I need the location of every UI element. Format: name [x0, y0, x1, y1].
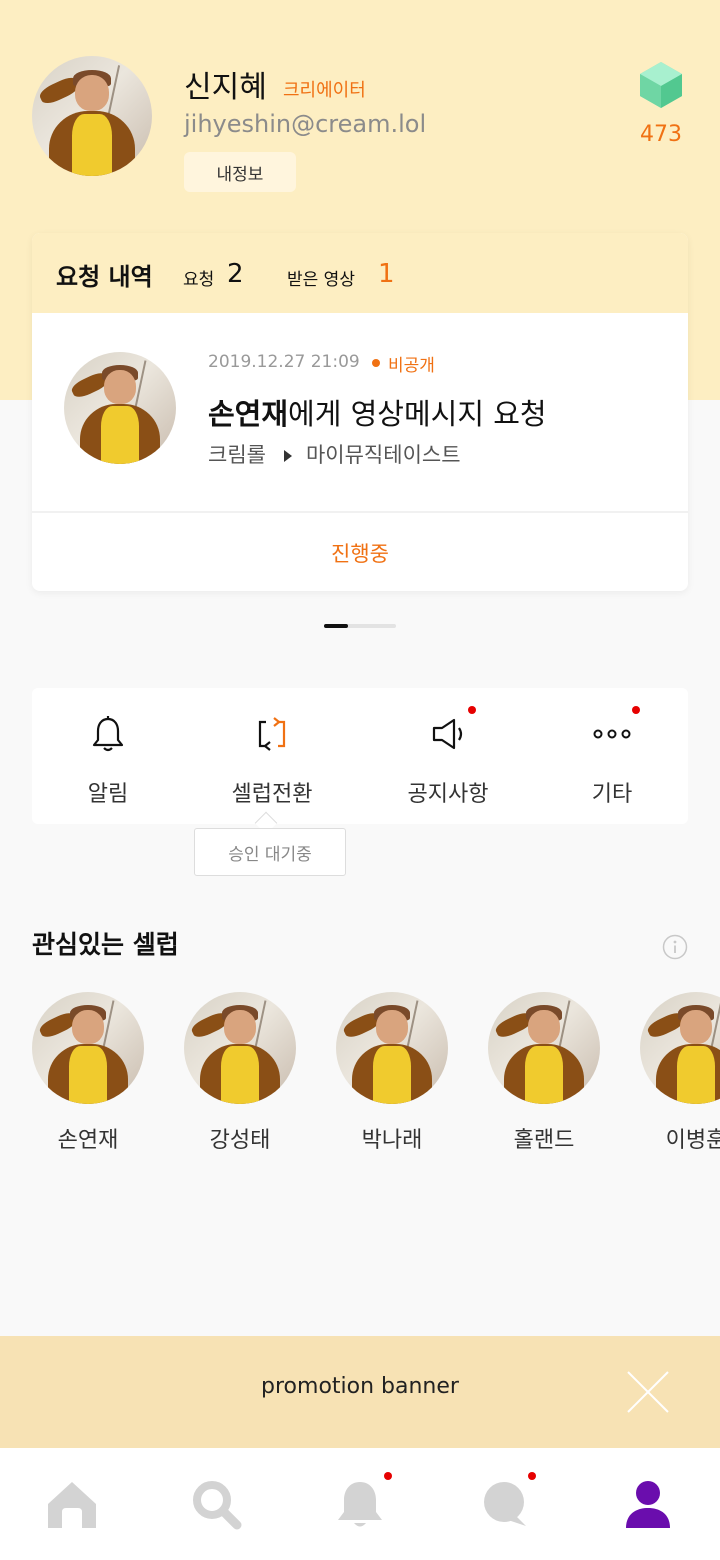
- notification-bell-icon[interactable]: [332, 1476, 388, 1532]
- celeb-avatar: [32, 992, 144, 1104]
- profile-icon[interactable]: [620, 1476, 676, 1532]
- menu-label-celeb-switch: 셀럽전환: [231, 782, 313, 807]
- more-badge: [632, 706, 640, 714]
- more-icon: [593, 729, 631, 739]
- home-icon[interactable]: [44, 1476, 100, 1532]
- menu-label-more: 기타: [591, 782, 633, 807]
- bottom-navigation: [0, 1448, 720, 1560]
- celeb-avatar: [184, 992, 296, 1104]
- my-info-button[interactable]: 내정보: [184, 152, 296, 192]
- request-history-card[interactable]: 요청 내역 요청 2 받은 영상 1 2019.12.27 21:09 비공개 …: [32, 233, 688, 591]
- notice-badge: [468, 706, 476, 714]
- path-to: 마이뮤직테이스트: [305, 443, 461, 467]
- search-icon[interactable]: [188, 1476, 244, 1532]
- celeb-avatar: [488, 992, 600, 1104]
- profile-avatar[interactable]: [32, 56, 152, 176]
- approval-pending-tooltip: 승인 대기중: [194, 828, 346, 876]
- menu-item-notifications[interactable]: 알림: [32, 688, 184, 824]
- request-count-value: 2: [227, 259, 244, 289]
- divider: [32, 511, 688, 513]
- megaphone-icon: [432, 718, 463, 750]
- celeb-name: 강성태: [209, 1128, 271, 1153]
- section-title-celebs: 관심있는 셀럽: [32, 930, 179, 959]
- switch-icon: [258, 717, 286, 751]
- received-video-label: 받은 영상: [287, 270, 355, 290]
- celeb-item[interactable]: 홀랜드: [488, 992, 600, 1162]
- gem-count: 473: [640, 122, 682, 147]
- arrow-right-icon: [283, 449, 292, 462]
- celeb-item[interactable]: 강성태: [184, 992, 296, 1162]
- celeb-name: 손연재: [57, 1128, 119, 1153]
- celeb-item[interactable]: 손연재: [32, 992, 144, 1162]
- profile-email: jihyeshin@cream.lol: [184, 110, 427, 138]
- celeb-item[interactable]: 이병훈: [640, 992, 720, 1162]
- celeb-name: 박나래: [361, 1128, 423, 1153]
- request-visibility: 비공개: [388, 356, 435, 376]
- request-datetime: 2019.12.27 21:09: [208, 352, 360, 372]
- request-message: 손연재에게 영상메시지 요청: [208, 391, 547, 433]
- pager-active: [324, 624, 348, 628]
- request-status[interactable]: 진행중: [32, 538, 688, 568]
- profile-name: 신지혜: [184, 70, 267, 105]
- request-count-label: 요청: [183, 270, 215, 290]
- celeb-avatar: [640, 992, 720, 1104]
- card-pager: [324, 624, 396, 628]
- celeb-name: 홀랜드: [513, 1128, 575, 1153]
- notification-badge: [384, 1472, 392, 1480]
- menu-item-notice[interactable]: 공지사항: [360, 688, 520, 824]
- promotion-banner[interactable]: promotion banner: [0, 1336, 720, 1448]
- menu-item-celeb-switch[interactable]: 셀럽전환: [192, 688, 352, 824]
- request-message-rest: 에게 영상메시지 요청: [288, 397, 547, 431]
- menu-item-more[interactable]: 기타: [528, 688, 688, 824]
- bell-icon: [92, 716, 124, 752]
- celeb-item[interactable]: 박나래: [336, 992, 448, 1162]
- received-video-count: 1: [378, 259, 395, 289]
- menu-label-notifications: 알림: [87, 782, 129, 807]
- chat-icon[interactable]: [476, 1476, 532, 1532]
- celeb-name: 이병훈: [665, 1128, 720, 1153]
- close-icon[interactable]: [624, 1368, 672, 1416]
- request-celeb-name: 손연재: [208, 397, 289, 431]
- info-icon[interactable]: [662, 934, 688, 960]
- request-history-title: 요청 내역: [56, 263, 153, 291]
- celeb-avatar: [336, 992, 448, 1104]
- menu-label-notice: 공지사항: [407, 782, 489, 807]
- menu-card: 알림 셀럽전환 공지사항 기타: [32, 688, 688, 824]
- path-from: 크림롤: [208, 443, 266, 467]
- chat-badge: [528, 1472, 536, 1480]
- request-celeb-avatar: [64, 352, 176, 464]
- gem-icon[interactable]: [634, 58, 688, 112]
- private-dot: [372, 359, 380, 367]
- profile-role-badge: 크리에이터: [283, 80, 366, 101]
- promotion-banner-text: promotion banner: [261, 1374, 459, 1399]
- request-path: 크림롤 마이뮤직테이스트: [208, 439, 461, 469]
